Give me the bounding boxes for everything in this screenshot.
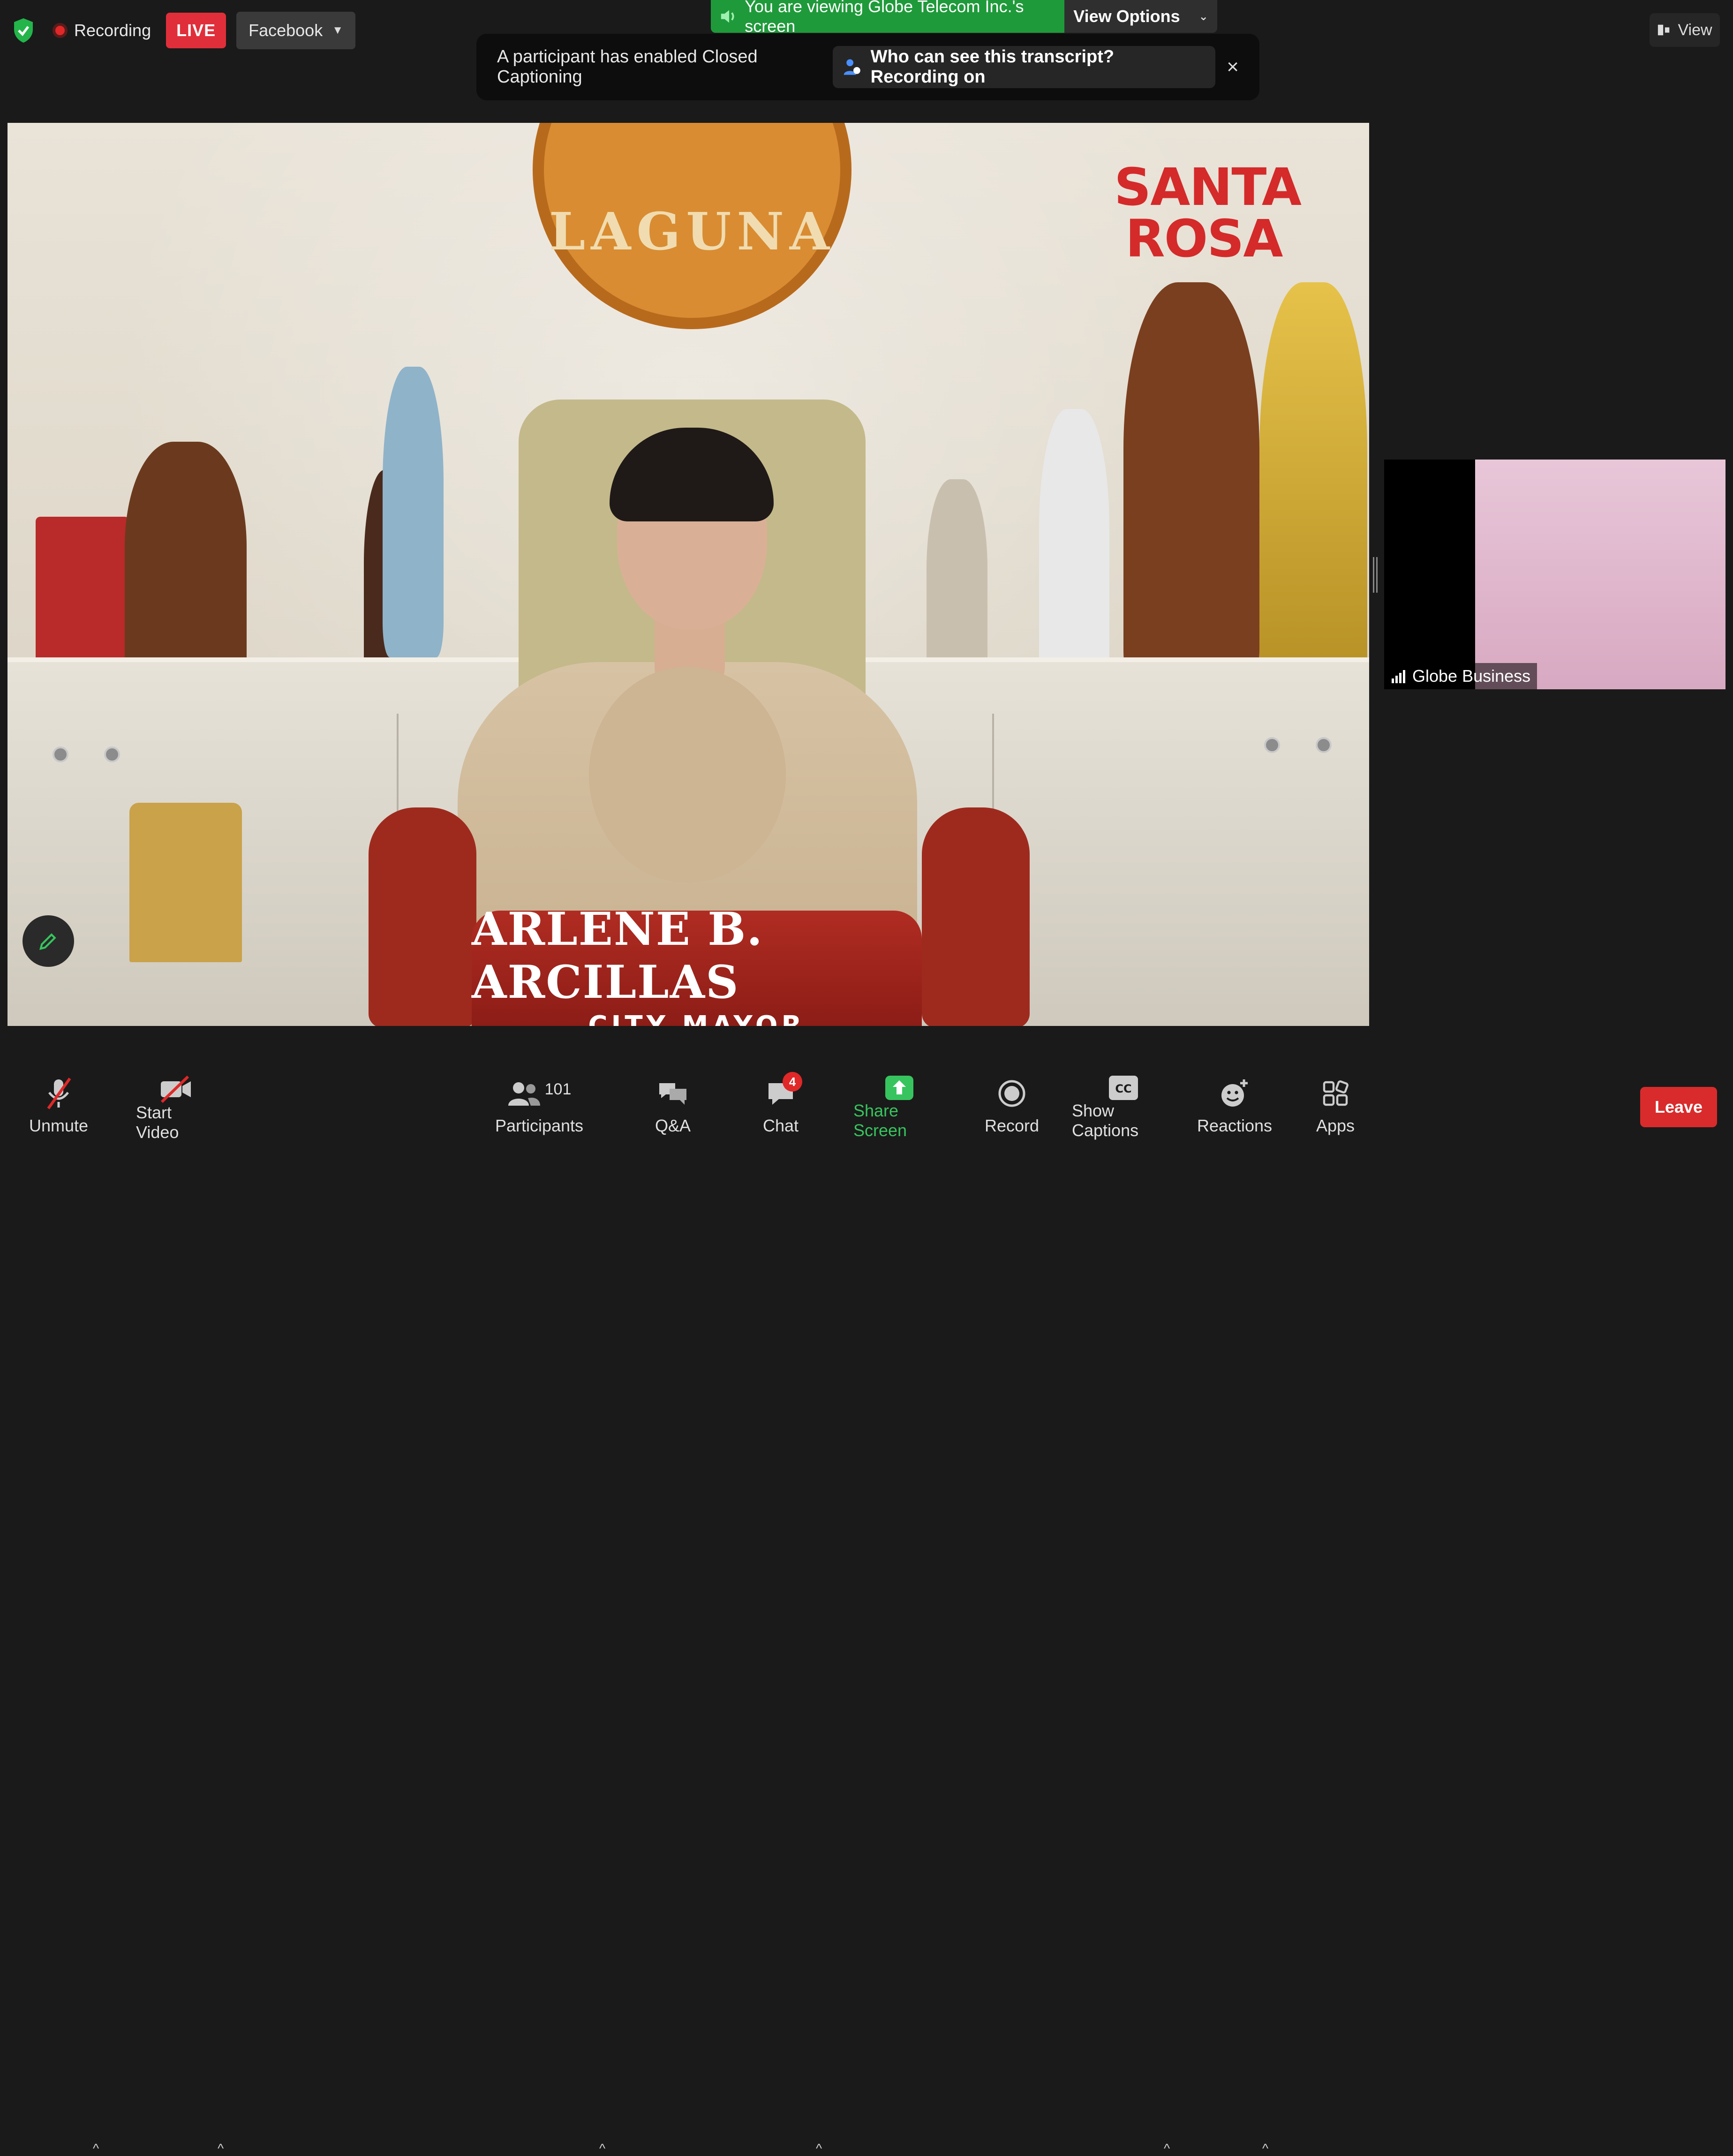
name-plate-title: CITY MAYOR	[588, 1010, 806, 1026]
record-icon	[998, 1075, 1026, 1112]
stream-target-label: Facebook	[249, 21, 323, 40]
leave-button[interactable]: Leave	[1640, 1087, 1717, 1127]
chevron-down-icon: ⌄	[1198, 10, 1208, 23]
santa-rosa-logo: SANTA ROSA	[1114, 157, 1302, 269]
transcript-link-label: Who can see this transcript? Recording o…	[870, 47, 1115, 87]
participants-icon: 101	[507, 1075, 572, 1112]
show-captions-label: Show Captions	[1072, 1101, 1139, 1140]
cabinet-knob	[53, 746, 68, 762]
participant-video	[1475, 460, 1725, 689]
view-options-label: View Options	[1073, 7, 1180, 26]
video-options-caret-icon[interactable]: ^	[218, 2141, 224, 2156]
participant-name-tag: Globe Business	[1384, 663, 1537, 689]
mic-muted-icon	[45, 1075, 73, 1112]
view-label: View	[1678, 21, 1712, 39]
chat-icon: 4	[766, 1072, 802, 1112]
participant-name: Globe Business	[1412, 666, 1531, 686]
security-shield-icon[interactable]	[9, 16, 38, 45]
captions-options-caret-icon[interactable]: ^	[1164, 2141, 1170, 2156]
show-captions-button[interactable]: CC Show Captions	[1072, 1075, 1175, 1140]
live-badge[interactable]: LIVE	[166, 13, 226, 48]
apps-icon	[1322, 1075, 1349, 1112]
reactions-options-caret-icon[interactable]: ^	[1262, 2141, 1268, 2156]
apps-label: Apps	[1316, 1116, 1355, 1135]
participants-label: Participants	[495, 1116, 584, 1135]
unmute-button[interactable]: Unmute	[28, 1075, 89, 1136]
qa-label: Q&A	[655, 1116, 691, 1135]
reactions-label: Reactions	[1197, 1116, 1273, 1135]
start-video-button[interactable]: Start Video	[136, 1075, 216, 1142]
apps-button[interactable]: Apps	[1313, 1075, 1358, 1136]
participants-options-caret-icon[interactable]: ^	[599, 2141, 605, 2156]
record-label: Record	[984, 1116, 1040, 1135]
annotate-pencil-icon[interactable]	[23, 915, 74, 967]
screen-share-notice: You are viewing Globe Telecom Inc.'s scr…	[711, 0, 1064, 36]
resize-handle[interactable]	[1373, 557, 1378, 593]
audio-options-caret-icon[interactable]: ^	[93, 2141, 99, 2156]
chat-unread-badge: 4	[783, 1072, 802, 1092]
closed-caption-banner: A participant has enabled Closed Caption…	[476, 34, 1259, 100]
chat-button[interactable]: 4 Chat	[755, 1072, 806, 1136]
statue	[383, 367, 444, 657]
shared-screen-video[interactable]: LAGUNA SANTA ROSA ARLENE B. ARCILLAS CIT…	[8, 123, 1369, 1026]
video-off-icon	[159, 1075, 193, 1103]
trophy	[1259, 282, 1367, 704]
statue	[1123, 282, 1259, 700]
viewing-notice-text: You are viewing Globe Telecom Inc.'s scr…	[745, 0, 1024, 36]
transcript-info-link[interactable]: Who can see this transcript? Recording o…	[833, 46, 1216, 88]
share-screen-icon	[884, 1075, 914, 1101]
chat-options-caret-icon[interactable]: ^	[816, 2141, 822, 2156]
seal-text: LAGUNA	[549, 201, 836, 262]
svg-text:CC: CC	[1115, 1082, 1131, 1095]
view-button[interactable]: View	[1650, 13, 1720, 47]
participant-thumbnail[interactable]: Globe Business	[1384, 460, 1725, 689]
share-screen-button[interactable]: Share Screen	[853, 1075, 945, 1140]
reactions-button[interactable]: Reactions	[1197, 1075, 1273, 1136]
blouse-bow	[589, 667, 786, 882]
qa-chat-bubbles-icon	[656, 1075, 689, 1112]
view-options-button[interactable]: View Options ⌄	[1064, 0, 1217, 33]
cc-icon: CC	[1108, 1075, 1139, 1101]
cabinet-knob	[1264, 737, 1280, 753]
share-screen-label: Share Screen	[853, 1101, 907, 1140]
name-plate-name: ARLENE B. ARCILLAS	[472, 902, 763, 1009]
meeting-status-bar: Recording LIVE Facebook ▼	[9, 10, 355, 51]
participants-count: 101	[544, 1080, 572, 1098]
layout-icon	[1658, 24, 1670, 36]
lion-carving-left	[369, 807, 476, 1026]
stream-target-dropdown[interactable]: Facebook ▼	[236, 12, 355, 49]
logo-line1: SANTA	[1114, 157, 1302, 217]
name-plate: ARLENE B. ARCILLAS CITY MAYOR	[472, 903, 922, 1026]
speaker-icon	[721, 10, 734, 23]
recording-indicator[interactable]: Recording	[48, 21, 156, 40]
chat-label: Chat	[762, 1116, 799, 1135]
person-info-icon	[844, 59, 860, 75]
start-video-label: Start Video	[136, 1103, 179, 1142]
record-button[interactable]: Record	[985, 1075, 1039, 1136]
unmute-label: Unmute	[29, 1116, 89, 1135]
caption-message: A participant has enabled Closed Caption…	[497, 47, 758, 87]
arch-model	[129, 803, 242, 962]
close-icon[interactable]: ×	[1227, 55, 1239, 79]
caret-down-icon: ▼	[332, 24, 343, 37]
recording-dot-icon	[53, 23, 68, 38]
signal-bars-icon	[1392, 670, 1405, 683]
smiley-plus-icon	[1220, 1075, 1250, 1112]
logo-line2: ROSA	[1125, 209, 1283, 269]
recording-label: Recording	[74, 21, 151, 40]
participants-button[interactable]: 101 Participants	[495, 1075, 584, 1136]
lion-carving-right	[922, 807, 1030, 1026]
cabinet-knob	[1316, 737, 1332, 753]
qa-button[interactable]: Q&A	[647, 1075, 699, 1136]
meeting-toolbar: Unmute ^ Start Video ^ 101 Participants …	[0, 1054, 1733, 2156]
cabinet-knob	[104, 746, 120, 762]
